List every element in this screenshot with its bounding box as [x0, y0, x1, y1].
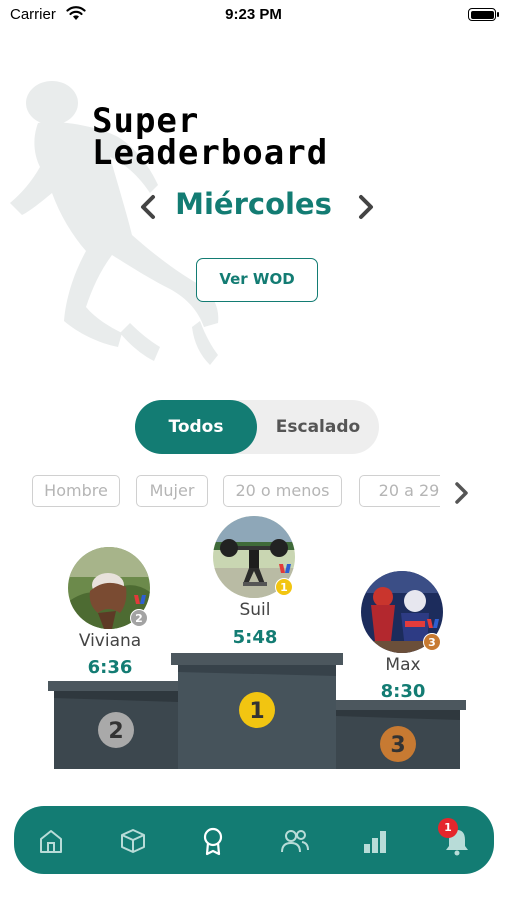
svg-text:1: 1	[249, 699, 264, 724]
battery-icon	[468, 8, 499, 21]
segment-todos[interactable]: Todos	[135, 400, 257, 454]
box-icon[interactable]	[118, 826, 148, 856]
chevron-right-icon[interactable]	[356, 194, 376, 220]
podium-rank-3: 3	[380, 726, 416, 762]
podium-rank-1: 1	[239, 692, 275, 728]
clock: 9:23 PM	[225, 6, 282, 23]
first-place-name: Suil	[239, 600, 271, 620]
rank-badge-third: 3	[423, 633, 441, 651]
home-icon[interactable]	[36, 826, 66, 856]
ribbon-icon	[279, 564, 291, 573]
view-wod-button[interactable]: Ver WOD	[196, 258, 318, 302]
rank-badge-second: 2	[130, 609, 148, 627]
first-place-time: 5:48	[232, 627, 278, 648]
segment-escalado[interactable]: Escalado	[257, 400, 379, 454]
stats-icon[interactable]	[360, 826, 390, 856]
chevron-right-icon[interactable]	[452, 481, 470, 505]
filter-chip-mujer[interactable]: Mujer	[136, 475, 208, 507]
medal-icon[interactable]	[198, 826, 228, 856]
filter-chips: Hombre Mujer 20 o menos 20 a 29	[32, 475, 440, 509]
svg-text:2: 2	[108, 719, 123, 744]
podium: 2 1 3	[48, 653, 466, 769]
rank-badge-first: 1	[275, 578, 293, 596]
day-navigator: Miércoles	[0, 183, 507, 227]
filter-chip-20-a-29[interactable]: 20 a 29	[359, 475, 440, 507]
day-label: Miércoles	[175, 187, 332, 221]
filter-chip-20-o-menos[interactable]: 20 o menos	[223, 475, 342, 507]
svg-text:3: 3	[390, 733, 405, 758]
second-place-name: Viviana	[78, 631, 142, 651]
ribbon-icon	[427, 619, 439, 628]
category-segmented-control: Todos Escalado	[135, 400, 379, 454]
bottom-tab-bar	[14, 806, 494, 874]
ribbon-icon	[134, 595, 146, 604]
title-line-2: Leaderboard	[92, 133, 329, 173]
podium-rank-2: 2	[98, 712, 134, 748]
notification-badge: 1	[438, 818, 458, 838]
page-title: Super Leaderboard	[92, 104, 329, 173]
status-bar: Carrier 9:23 PM	[0, 0, 507, 32]
users-icon[interactable]	[280, 826, 310, 856]
filter-chip-hombre[interactable]: Hombre	[32, 475, 120, 507]
